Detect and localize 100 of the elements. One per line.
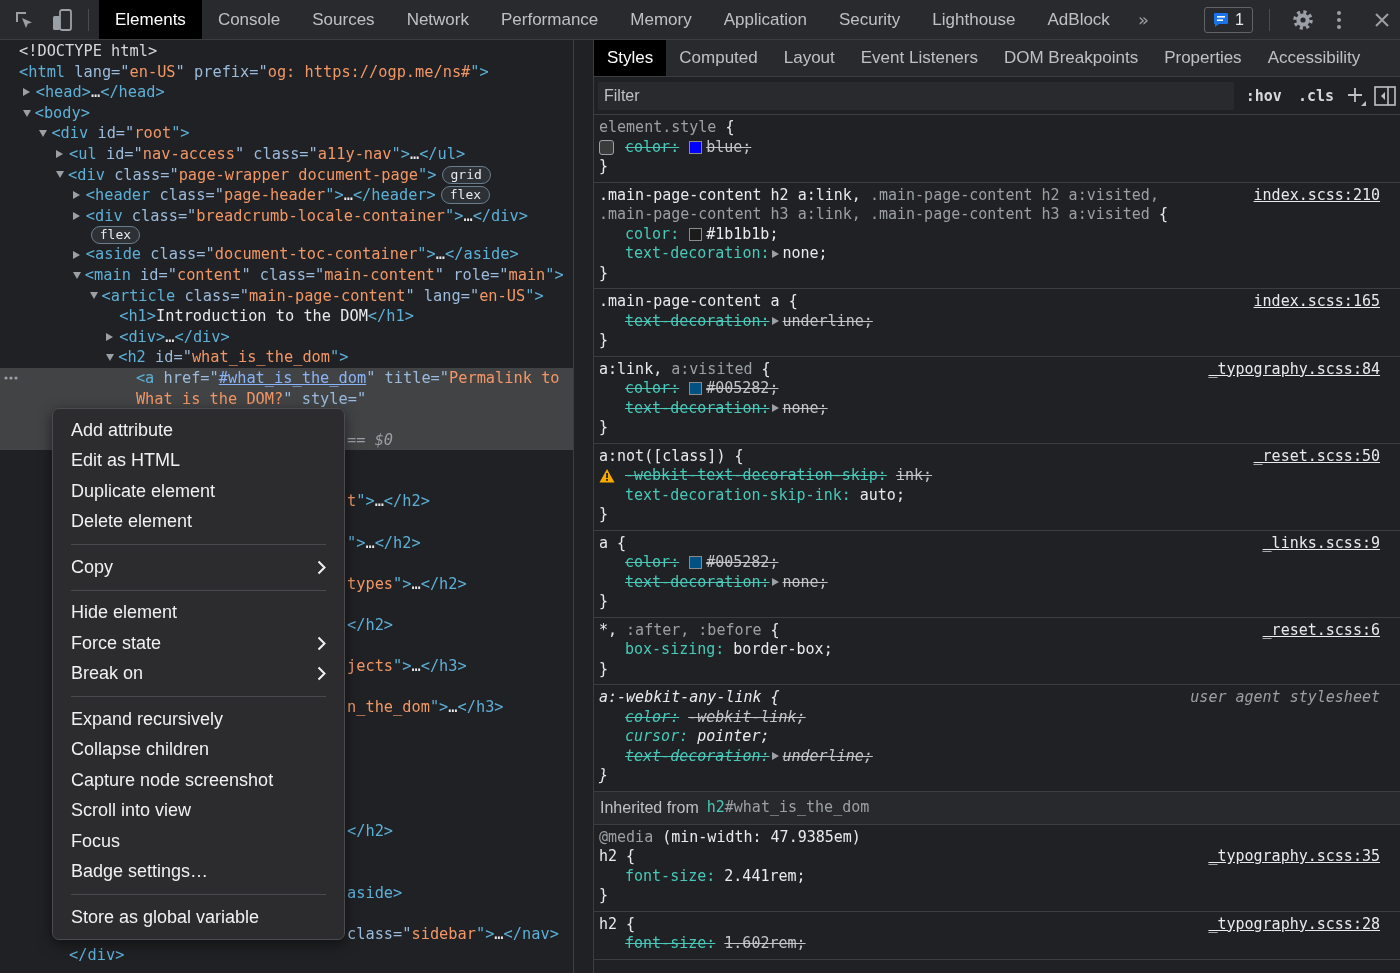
menu-item[interactable]: Force state <box>53 628 344 659</box>
property-name: color: <box>625 379 680 399</box>
color-swatch[interactable] <box>689 140 703 154</box>
filter-field[interactable]: Filter <box>598 81 1234 110</box>
layout-badge[interactable]: flex <box>90 226 141 245</box>
plus-icon[interactable] <box>1346 85 1366 106</box>
source-link[interactable]: index.scss:165 <box>1253 292 1380 312</box>
html-code: ">…</h2> <box>347 532 421 554</box>
disclosure-triangle-icon[interactable] <box>72 191 80 200</box>
menu-item[interactable]: Duplicate element <box>53 476 344 507</box>
menu-item[interactable]: Focus <box>53 826 344 857</box>
menu-item[interactable]: Delete element <box>53 506 344 537</box>
html-code: <!DOCTYPE html> <box>19 41 158 62</box>
tab[interactable]: Security <box>822 0 917 39</box>
menu-item[interactable]: Collapse children <box>53 734 344 765</box>
closing-brace: } <box>599 592 609 612</box>
property-name: text-decoration: <box>625 244 770 264</box>
source-link[interactable]: index.scss:210 <box>1253 185 1380 205</box>
menu-item[interactable]: Scroll into view <box>53 795 344 826</box>
html-code: </div> <box>69 944 125 966</box>
layout-badge[interactable]: flex <box>440 186 491 205</box>
tab[interactable]: Computed <box>666 40 771 76</box>
property-value: #005282; <box>706 379 779 399</box>
menu-icon[interactable] <box>1336 9 1342 30</box>
source-link[interactable]: _typography.scss:35 <box>1208 847 1380 867</box>
html-code: What is the DOM?" style=" <box>135 388 367 410</box>
property-name: -webkit-text-decoration-skip: <box>625 466 887 486</box>
expand-arrow-icon[interactable] <box>771 578 779 587</box>
color-swatch[interactable] <box>689 556 703 570</box>
tab[interactable]: Console <box>201 0 297 39</box>
disclosure-triangle-icon[interactable] <box>72 212 80 221</box>
property-name: text-decoration: <box>625 398 770 418</box>
disclosure-triangle-icon[interactable] <box>106 333 114 341</box>
html-code: t">…</h2> <box>347 491 430 513</box>
checkbox[interactable] <box>599 139 614 155</box>
settings-icon[interactable] <box>1292 8 1314 31</box>
menu-item[interactable]: Hide element <box>53 597 344 628</box>
tab[interactable]: Application <box>707 0 823 39</box>
menu-item[interactable]: Capture node screenshot <box>53 765 344 796</box>
tab[interactable]: Styles <box>594 40 667 76</box>
tab[interactable]: Properties <box>1151 40 1255 76</box>
property-name: text-decoration: <box>625 572 770 592</box>
menu-item[interactable]: Add attribute <box>53 415 344 446</box>
tab[interactable]: Event Listeners <box>847 40 991 76</box>
close-icon[interactable] <box>1374 11 1390 28</box>
source-link[interactable]: _links.scss:9 <box>1262 533 1380 553</box>
html-code: <h2 id="what_is_the_dom"> <box>118 347 349 368</box>
menu-item[interactable]: Store as global variable <box>53 902 344 933</box>
source-link[interactable]: _reset.scss:50 <box>1253 446 1380 466</box>
menu-item[interactable]: Edit as HTML <box>53 445 344 476</box>
message-icon <box>1213 11 1230 28</box>
property-value: none; <box>782 572 828 592</box>
disclosure-triangle-icon[interactable] <box>56 171 65 179</box>
source-link[interactable]: _typography.scss:28 <box>1208 914 1380 934</box>
menu-item[interactable]: Expand recursively <box>53 704 344 735</box>
disclosure-triangle-icon[interactable] <box>106 354 115 362</box>
html-code: <a href="#what_is_the_dom" title="Permalink to <box>135 367 560 389</box>
expand-arrow-icon[interactable] <box>771 404 779 413</box>
more-icon[interactable] <box>4 375 18 380</box>
tab[interactable]: Performance <box>485 0 615 39</box>
issues-button[interactable]: 1 <box>1204 6 1253 33</box>
html-code: <head>…</head> <box>35 82 165 103</box>
disclosure-triangle-icon[interactable] <box>39 130 48 138</box>
toolbar-button[interactable]: .cls <box>1293 86 1338 105</box>
tab[interactable]: Elements <box>99 0 202 39</box>
device-icon[interactable] <box>52 8 72 31</box>
color-swatch[interactable] <box>689 227 703 241</box>
property-name: text-decoration: <box>625 311 770 331</box>
disclosure-triangle-icon[interactable] <box>22 109 31 117</box>
inspect-icon[interactable] <box>14 9 34 30</box>
tab[interactable]: Accessibility <box>1254 40 1374 76</box>
disclosure-triangle-icon[interactable] <box>72 271 81 279</box>
menu-item[interactable]: Copy <box>53 552 344 583</box>
menu-item[interactable]: Break on <box>53 658 344 689</box>
source-link[interactable]: _typography.scss:84 <box>1208 359 1380 379</box>
css-selector: a:not([class]) { <box>599 446 744 466</box>
color-swatch[interactable] <box>689 382 703 396</box>
disclosure-triangle-icon[interactable] <box>72 250 80 259</box>
tab[interactable]: Lighthouse <box>916 0 1032 39</box>
sidebar-toggle-icon[interactable] <box>1374 85 1396 106</box>
tab[interactable]: DOM Breakpoints <box>990 40 1152 76</box>
property-value: none; <box>782 244 828 264</box>
tab[interactable]: AdBlock <box>1031 0 1126 39</box>
tab[interactable]: Memory <box>614 0 708 39</box>
tab[interactable]: Layout <box>770 40 848 76</box>
node-link[interactable]: h2#what_is_the_dom <box>706 797 870 818</box>
layout-badge[interactable]: grid <box>441 165 491 184</box>
tab[interactable]: Network <box>390 0 485 39</box>
html-code: == $0 <box>347 429 394 451</box>
expand-arrow-icon[interactable] <box>771 752 779 761</box>
tab[interactable]: Sources <box>296 0 391 39</box>
more-tabs-button[interactable]: » <box>1125 0 1161 39</box>
menu-item[interactable]: Badge settings… <box>53 856 344 887</box>
disclosure-triangle-icon[interactable] <box>89 292 98 300</box>
source-link[interactable]: _reset.scss:6 <box>1262 620 1380 640</box>
disclosure-triangle-icon[interactable] <box>22 88 30 97</box>
expand-arrow-icon[interactable] <box>771 249 779 258</box>
expand-arrow-icon[interactable] <box>771 317 779 326</box>
toolbar-button[interactable]: :hov <box>1241 86 1286 105</box>
disclosure-triangle-icon[interactable] <box>56 150 64 159</box>
